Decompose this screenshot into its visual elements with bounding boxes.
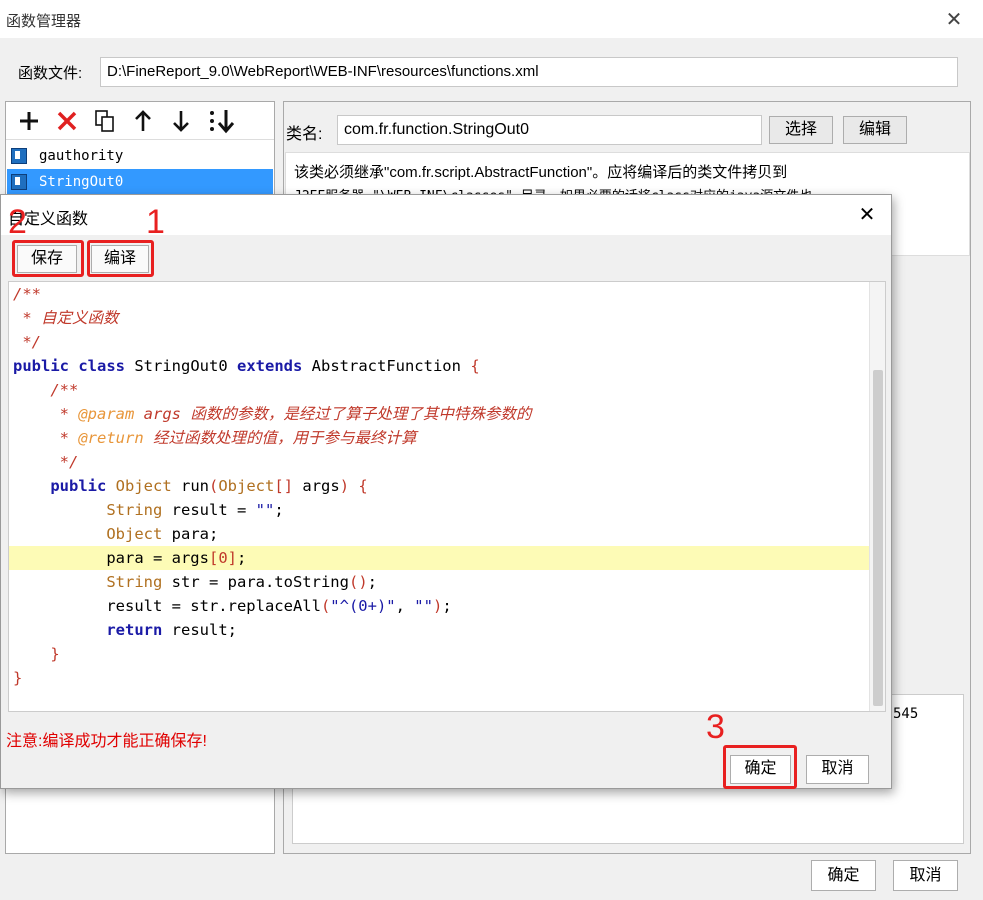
code-line: Object para; bbox=[106, 525, 219, 543]
code-line: * @param args 函数的参数，是经过了算子处理了其中特殊参数的 bbox=[13, 405, 532, 423]
dialog-titlebar bbox=[1, 195, 891, 235]
class-name-field[interactable]: com.fr.function.StringOut0 bbox=[337, 115, 762, 145]
ok-highlight-box bbox=[723, 745, 797, 789]
help-text-fragment: 545 bbox=[893, 706, 919, 722]
compile-note: 注意:编译成功才能正确保存! bbox=[6, 733, 207, 750]
step-1-label: 1 bbox=[146, 203, 165, 241]
function-list-item-stringout0[interactable]: StringOut0 bbox=[7, 169, 273, 195]
code-editor[interactable]: /** * 自定义函数 */ public class StringOut0 ex… bbox=[8, 281, 886, 712]
function-file-icon bbox=[11, 148, 27, 164]
step-3-label: 3 bbox=[706, 708, 725, 746]
function-file-label: 函数文件: bbox=[18, 65, 83, 82]
function-name: StringOut0 bbox=[39, 174, 124, 190]
window-titlebar bbox=[0, 0, 983, 38]
edit-button[interactable]: 编辑 bbox=[843, 116, 907, 144]
move-up-icon[interactable] bbox=[128, 106, 158, 136]
code-line: String str = para.toString(); bbox=[106, 573, 377, 591]
code-line: */ bbox=[13, 333, 41, 351]
window-close-icon[interactable]: ✕ bbox=[940, 6, 968, 34]
function-file-icon bbox=[11, 174, 27, 190]
code-line: result = str.replaceAll("^(0+)", ""); bbox=[13, 597, 452, 615]
main-cancel-button[interactable]: 取消 bbox=[893, 860, 958, 891]
copy-icon[interactable] bbox=[90, 106, 120, 136]
code-line: * 自定义函数 bbox=[13, 309, 119, 327]
code-line: } bbox=[50, 645, 60, 663]
class-name-label: 类名: bbox=[286, 126, 323, 143]
choose-button[interactable]: 选择 bbox=[769, 116, 833, 144]
code-lines: /** * 自定义函数 */ public class StringOut0 ex… bbox=[9, 282, 871, 690]
compile-highlight-box bbox=[87, 240, 154, 277]
sort-icon[interactable] bbox=[206, 106, 236, 136]
plus-icon[interactable] bbox=[14, 106, 44, 136]
code-scrollbar[interactable] bbox=[869, 282, 885, 711]
function-name: gauthority bbox=[39, 148, 124, 164]
code-line: /** bbox=[13, 381, 79, 399]
code-line: /** bbox=[13, 285, 41, 303]
code-line: public Object run(Object[] args) { bbox=[50, 477, 368, 495]
dialog-close-icon[interactable]: ✕ bbox=[852, 200, 882, 230]
code-line: } bbox=[13, 669, 23, 687]
scrollbar-thumb[interactable] bbox=[873, 370, 883, 706]
function-file-path-field[interactable]: D:\FineReport_9.0\WebReport\WEB-INF\reso… bbox=[100, 57, 958, 87]
delete-icon[interactable] bbox=[52, 106, 82, 136]
function-list-item-gauthority[interactable]: gauthority bbox=[7, 143, 273, 169]
code-line: * @return 经过函数处理的值，用于参与最终计算 bbox=[13, 429, 417, 447]
move-down-icon[interactable] bbox=[166, 106, 196, 136]
description-line: 该类必须继承"com.fr.script.AbstractFunction"。应… bbox=[294, 164, 788, 181]
code-line: */ bbox=[13, 453, 79, 471]
code-line: return result; bbox=[106, 621, 237, 639]
step-2-label: 2 bbox=[8, 203, 27, 241]
dialog-cancel-button[interactable]: 取消 bbox=[806, 755, 869, 784]
code-line: String result = ""; bbox=[106, 501, 284, 519]
main-ok-button[interactable]: 确定 bbox=[811, 860, 876, 891]
code-line: para = args[0]; bbox=[9, 546, 871, 570]
save-highlight-box bbox=[12, 240, 84, 277]
code-line: public class StringOut0 extends Abstract… bbox=[13, 357, 480, 375]
window-title: 函数管理器 bbox=[6, 13, 82, 30]
function-list-toolbar bbox=[6, 102, 274, 140]
